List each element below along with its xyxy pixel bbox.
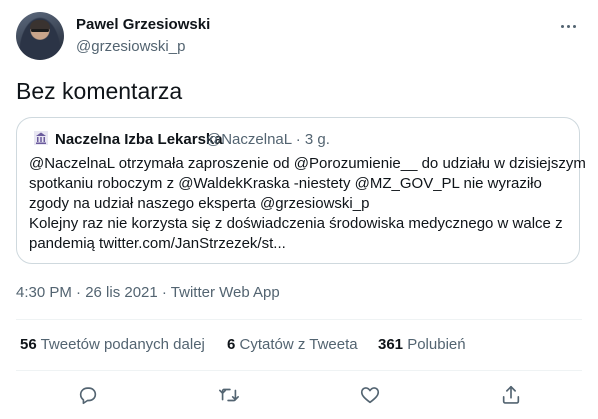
quoted-line: @NaczelnaL otrzymała zaproszenie od @Por… — [29, 155, 586, 172]
like-icon[interactable] — [359, 384, 381, 406]
reply-icon[interactable] — [77, 384, 99, 406]
quoted-line: zgody na udział naszego eksperta @grzesi… — [29, 195, 370, 212]
quotes-label: Cytatów z Tweeta — [239, 336, 358, 353]
tweet-text: Bez komentarza — [16, 78, 183, 104]
retweets-count: 56 — [20, 336, 37, 353]
divider — [16, 370, 582, 371]
avatar-glasses — [31, 29, 49, 32]
avatar[interactable] — [16, 12, 64, 60]
quoted-handle[interactable]: @NaczelnaL — [206, 131, 292, 148]
quotes-stat[interactable]: 6 Cytatów z Tweeta — [227, 336, 358, 353]
retweets-label: Tweetów podanych dalej — [40, 336, 205, 353]
quoted-line[interactable]: pandemią twitter.com/JanStrzezek/st... — [29, 234, 569, 254]
quoted-time[interactable]: · 3 g. — [296, 131, 330, 148]
divider — [16, 319, 582, 320]
quotes-count: 6 — [227, 336, 236, 353]
likes-count: 361 — [378, 336, 404, 353]
retweet-icon[interactable] — [218, 384, 240, 406]
quoted-line: Kolejny raz nie korzysta się z doświadcz… — [29, 215, 563, 232]
quoted-line: spotkaniu roboczym z @WaldekKraska -nies… — [29, 175, 542, 192]
author-name[interactable]: Pawel Grzesiowski — [76, 16, 210, 33]
retweets-stat[interactable]: 56 Tweetów podanych dalej — [20, 336, 205, 353]
quoted-author-name[interactable]: Naczelna Izba Lekarska — [55, 131, 223, 148]
institution-logo-icon — [33, 130, 49, 146]
likes-stat[interactable]: 361 Polubień — [378, 336, 466, 353]
more-icon[interactable] — [557, 16, 579, 36]
tweet-meta[interactable]: 4:30 PM · 26 lis 2021 · Twitter Web App — [16, 284, 280, 301]
quoted-text: @NaczelnaL otrzymała zaproszenie od @Por… — [29, 154, 586, 254]
quoted-tweet[interactable]: Naczelna Izba Lekarska @NaczelnaL · 3 g.… — [16, 117, 586, 264]
likes-label: Polubień — [407, 336, 466, 353]
quoted-handle-time: @NaczelnaL · 3 g. — [206, 131, 330, 148]
author-handle[interactable]: @grzesiowski_p — [76, 38, 185, 55]
share-icon[interactable] — [500, 384, 522, 406]
